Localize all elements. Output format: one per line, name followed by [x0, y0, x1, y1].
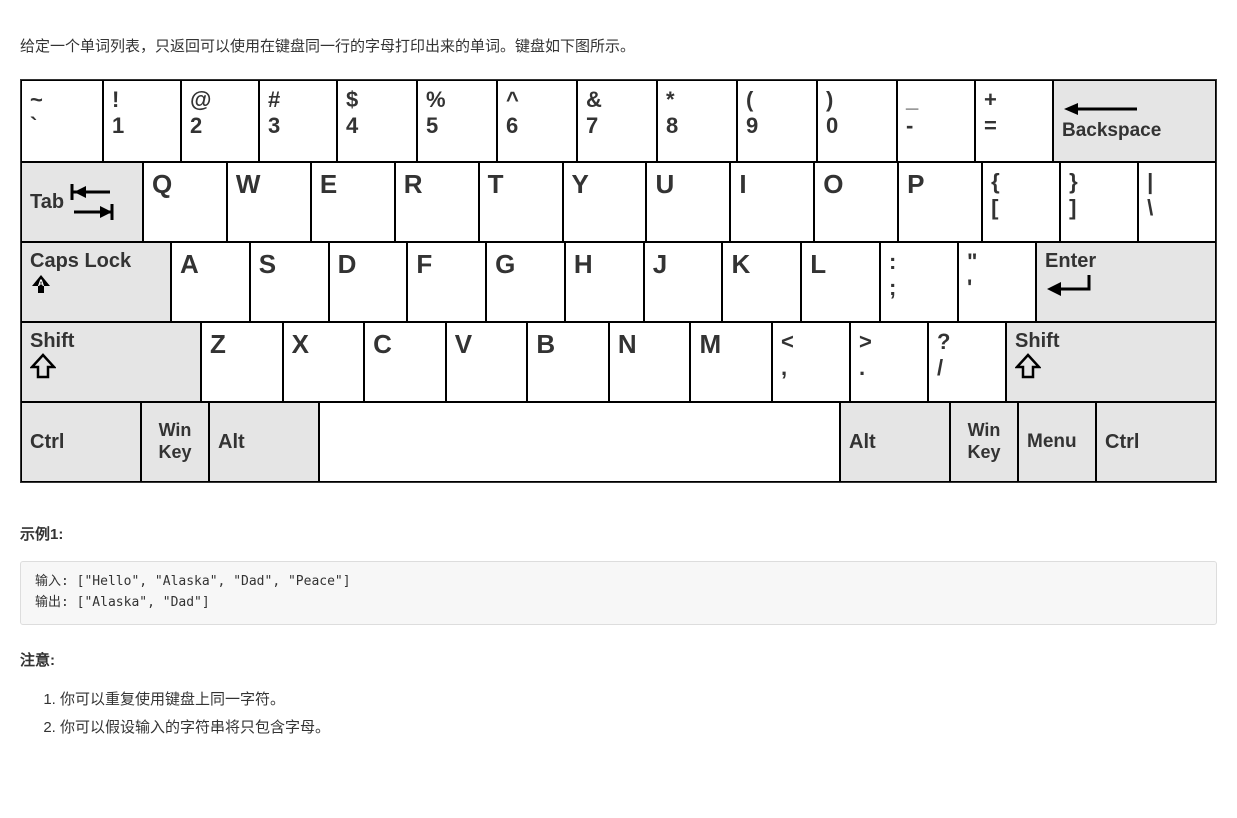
- note-item: 你可以假设输入的字符串将只包含字母。: [60, 716, 1217, 740]
- key-S: S: [250, 242, 329, 322]
- key-Z: Z: [201, 322, 283, 402]
- key-D: D: [329, 242, 408, 322]
- key-O: O: [814, 162, 898, 242]
- key-2: @2: [181, 80, 259, 162]
- key-E: E: [311, 162, 395, 242]
- key-3: #3: [259, 80, 337, 162]
- keyboard-row-2: TabQWERTYUIOP{[}]|\: [21, 162, 1216, 242]
- key-R: R: [395, 162, 479, 242]
- key-4: $4: [337, 80, 417, 162]
- key-punct: <,: [772, 322, 850, 402]
- key-0: )0: [817, 80, 897, 162]
- key-M: M: [690, 322, 772, 402]
- key-`: ~`: [21, 80, 103, 162]
- key-N: N: [609, 322, 691, 402]
- enter-key: Enter: [1036, 242, 1216, 322]
- key-C: C: [364, 322, 446, 402]
- key-T: T: [479, 162, 563, 242]
- key-A: A: [171, 242, 250, 322]
- key-F: F: [407, 242, 486, 322]
- key-U: U: [646, 162, 730, 242]
- key-punct: :;: [880, 242, 958, 322]
- key-P: P: [898, 162, 982, 242]
- example-output-label: 输出:: [35, 595, 77, 610]
- key-H: H: [565, 242, 644, 322]
- alt-right-key: Alt: [840, 402, 950, 482]
- key-Q: Q: [143, 162, 227, 242]
- key-6: ^6: [497, 80, 577, 162]
- keyboard-row-4: ShiftZXCVBNM<,>.?/Shift: [21, 322, 1216, 402]
- key-punct: ?/: [928, 322, 1006, 402]
- key-5: %5: [417, 80, 497, 162]
- example-block: 输入: ["Hello", "Alaska", "Dad", "Peace"] …: [20, 561, 1217, 625]
- notes-list: 你可以重复使用键盘上同一字符。 你可以假设输入的字符串将只包含字母。: [20, 688, 1217, 740]
- alt-left-key: Alt: [209, 402, 319, 482]
- notes-heading: 注意:: [20, 649, 1217, 673]
- key-Y: Y: [563, 162, 647, 242]
- svg-text:A: A: [38, 278, 45, 288]
- key-V: V: [446, 322, 528, 402]
- key-B: B: [527, 322, 609, 402]
- key-G: G: [486, 242, 565, 322]
- example-input-value: ["Hello", "Alaska", "Dad", "Peace"]: [77, 574, 351, 589]
- menu-key: Menu: [1018, 402, 1096, 482]
- intro-text: 给定一个单词列表，只返回可以使用在键盘同一行的字母打印出来的单词。键盘如下图所示…: [20, 35, 1217, 59]
- keyboard-image: ~`!1@2#3$4%5^6&7*8(9)0_-+=Backspace TabQ…: [20, 79, 1217, 483]
- shift-right-key: Shift: [1006, 322, 1216, 402]
- key-7: &7: [577, 80, 657, 162]
- key-K: K: [722, 242, 801, 322]
- example-input-label: 输入:: [35, 574, 77, 589]
- caps-lock-key: Caps LockA: [21, 242, 171, 322]
- example-heading: 示例1:: [20, 523, 1217, 547]
- space-key: [319, 402, 840, 482]
- key-I: I: [730, 162, 814, 242]
- ctrl-left-key: Ctrl: [21, 402, 141, 482]
- win-key-right: WinKey: [950, 402, 1018, 482]
- key-bracket: |\: [1138, 162, 1216, 242]
- keyboard-row-1: ~`!1@2#3$4%5^6&7*8(9)0_-+=Backspace: [21, 80, 1216, 162]
- backspace-key: Backspace: [1053, 80, 1216, 162]
- key-punct: >.: [850, 322, 928, 402]
- key--: _-: [897, 80, 975, 162]
- key-=: +=: [975, 80, 1053, 162]
- key-8: *8: [657, 80, 737, 162]
- keyboard-row-5: CtrlWinKeyAlt AltWinKeyMenuCtrl: [21, 402, 1216, 482]
- key-punct: "': [958, 242, 1036, 322]
- key-bracket: }]: [1060, 162, 1138, 242]
- key-X: X: [283, 322, 365, 402]
- keyboard-row-3: Caps LockAASDFGHJKL:;"'Enter: [21, 242, 1216, 322]
- tab-key: Tab: [21, 162, 143, 242]
- ctrl-right-key: Ctrl: [1096, 402, 1216, 482]
- example-output-value: ["Alaska", "Dad"]: [77, 595, 210, 610]
- key-bracket: {[: [982, 162, 1060, 242]
- key-W: W: [227, 162, 311, 242]
- note-item: 你可以重复使用键盘上同一字符。: [60, 688, 1217, 712]
- key-9: (9: [737, 80, 817, 162]
- win-key-left: WinKey: [141, 402, 209, 482]
- key-L: L: [801, 242, 880, 322]
- key-J: J: [644, 242, 723, 322]
- key-1: !1: [103, 80, 181, 162]
- shift-left-key: Shift: [21, 322, 201, 402]
